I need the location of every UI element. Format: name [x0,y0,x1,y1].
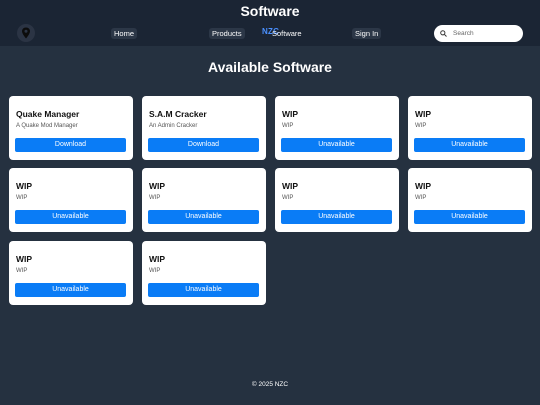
unavailable-button[interactable]: Unavailable [414,138,525,152]
card-description: WIP [415,195,427,201]
software-card: WIP WIP Unavailable [142,241,266,305]
card-description: WIP [149,195,161,201]
card-description: A Quake Mod Manager [16,123,78,129]
card-title: WIP [16,181,33,191]
card-description: WIP [16,268,28,274]
search-placeholder: Search [453,30,474,37]
site-header: Software Home Products NZC Software Sign… [0,0,540,46]
card-title: Quake Manager [16,109,80,119]
card-title: WIP [415,181,432,191]
map-pin-icon[interactable] [17,24,35,42]
software-card: WIP WIP Unavailable [142,168,266,232]
card-description: WIP [415,123,427,129]
page-title: Available Software [208,59,332,75]
software-card: WIP WIP Unavailable [9,241,133,305]
card-title: WIP [415,109,432,119]
download-button[interactable]: Download [148,138,259,152]
card-title: WIP [16,254,33,264]
download-button[interactable]: Download [15,138,126,152]
card-description: WIP [16,195,28,201]
card-description: WIP [282,123,294,129]
footer-copyright: © 2025 NZC [251,381,289,388]
unavailable-button[interactable]: Unavailable [15,283,126,297]
software-card: WIP WIP Unavailable [275,168,399,232]
card-title: WIP [282,109,299,119]
nav-products[interactable]: Products [209,28,245,39]
card-title: WIP [149,254,166,264]
nav-sign-in[interactable]: Sign In [352,28,382,39]
unavailable-button[interactable]: Unavailable [15,210,126,224]
software-card: WIP WIP Unavailable [408,96,532,160]
site-title: Software [240,3,300,19]
card-title: WIP [149,181,166,191]
unavailable-button[interactable]: Unavailable [281,210,392,224]
card-title: S.A.M Cracker [149,109,207,119]
card-description: WIP [149,268,161,274]
unavailable-button[interactable]: Unavailable [148,210,259,224]
software-card: WIP WIP Unavailable [408,168,532,232]
unavailable-button[interactable]: Unavailable [148,283,259,297]
search-input[interactable]: Search [434,25,523,42]
software-card: S.A.M Cracker An Admin Cracker Download [142,96,266,160]
software-card: Quake Manager A Quake Mod Manager Downlo… [9,96,133,160]
unavailable-button[interactable]: Unavailable [281,138,392,152]
card-description: WIP [282,195,294,201]
card-description: An Admin Cracker [149,123,198,129]
card-title: WIP [282,181,299,191]
search-icon [440,30,447,37]
software-card: WIP WIP Unavailable [275,96,399,160]
nav-home[interactable]: Home [111,28,138,39]
nav-software[interactable]: Software [269,28,305,39]
unavailable-button[interactable]: Unavailable [414,210,525,224]
software-card: WIP WIP Unavailable [9,168,133,232]
